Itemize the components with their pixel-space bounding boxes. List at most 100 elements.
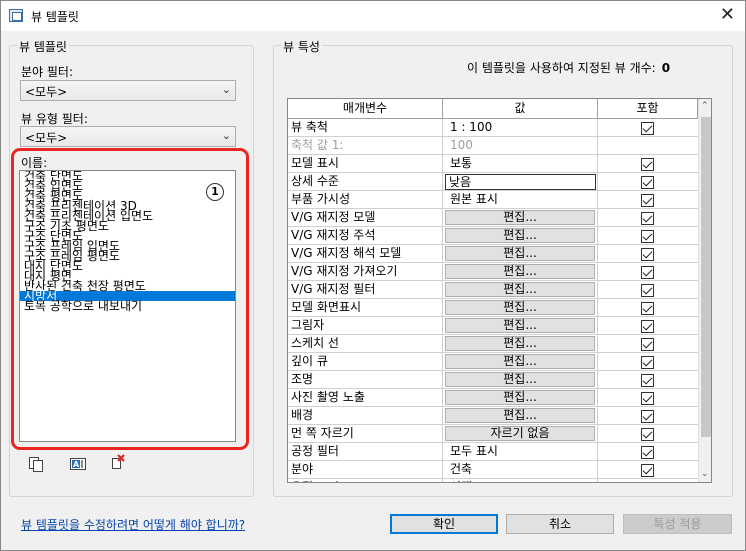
property-row: 유틸 표시 선택 <box>288 479 698 483</box>
property-row: 모델 화면표시 편집... <box>288 299 698 317</box>
rename-icon[interactable]: A <box>70 456 86 472</box>
include-checkbox[interactable] <box>641 392 654 405</box>
viewtype-filter-select[interactable]: <모두> ⌄ <box>20 126 236 147</box>
view-templates-dialog: 뷰 템플릿 ✕ 뷰 템플릿 분야 필터: <모두> ⌄ 뷰 유형 필터: <모두… <box>0 0 746 551</box>
include-checkbox[interactable] <box>641 230 654 243</box>
property-value: 100 <box>450 138 473 152</box>
property-name: 축척 값 1: <box>288 137 443 155</box>
property-row: 뷰 축척 1 : 100 <box>288 119 698 137</box>
property-value[interactable]: 모두 표시 <box>450 443 498 460</box>
properties-grid: 매개변수 값 포함 뷰 축척 1 : 100 축척 값 1: 100 모델 표시 보통 상세… <box>287 98 712 483</box>
include-checkbox[interactable] <box>641 248 654 261</box>
edit-value-button[interactable]: 편집... <box>445 300 595 315</box>
edit-value-button[interactable]: 편집... <box>445 408 595 423</box>
property-value[interactable]: 원본 표시 <box>450 191 498 208</box>
include-cell <box>598 173 698 191</box>
viewtype-filter-label: 뷰 유형 필터: <box>21 112 88 126</box>
edit-value-button[interactable]: 편집... <box>445 264 595 279</box>
edit-value-button[interactable]: 편집... <box>445 210 595 225</box>
delete-icon[interactable] <box>110 454 126 470</box>
include-checkbox[interactable] <box>641 338 654 351</box>
edit-value-button[interactable]: 자르기 없음 <box>445 426 595 441</box>
include-checkbox[interactable] <box>641 176 654 189</box>
property-value-cell: 건축 <box>443 461 598 479</box>
edit-value-button[interactable]: 편집... <box>445 336 595 351</box>
property-name: V/G 재지정 해석 모델 <box>288 245 443 263</box>
include-checkbox[interactable] <box>641 464 654 477</box>
apply-properties-button[interactable]: 특성 적용 <box>623 514 732 534</box>
title-bar: 뷰 템플릿 ✕ <box>1 1 745 31</box>
include-cell <box>598 137 698 155</box>
close-icon[interactable]: ✕ <box>720 4 735 25</box>
include-cell <box>598 191 698 209</box>
include-checkbox[interactable] <box>641 428 654 441</box>
property-value-cell: 편집... <box>443 317 598 335</box>
edit-value-button[interactable]: 편집... <box>445 228 595 243</box>
include-checkbox[interactable] <box>641 356 654 369</box>
property-row: 깊이 큐 편집... <box>288 353 698 371</box>
discipline-filter-select[interactable]: <모두> ⌄ <box>20 80 236 101</box>
property-value[interactable]: 보통 <box>450 155 472 172</box>
include-checkbox[interactable] <box>641 446 654 459</box>
property-row: 그림자 편집... <box>288 317 698 335</box>
chevron-down-icon: ⌄ <box>221 129 231 142</box>
property-value[interactable]: 1 : 100 <box>450 119 492 136</box>
app-icon <box>9 9 23 22</box>
property-value-field[interactable]: 낮음 <box>445 174 596 190</box>
property-name: 유틸 표시 <box>288 479 443 482</box>
callout-badge: 1 <box>206 183 224 201</box>
edit-value-button[interactable]: 편집... <box>445 390 595 405</box>
include-checkbox[interactable] <box>641 320 654 333</box>
edit-value-button[interactable]: 편집... <box>445 372 595 387</box>
edit-value-button[interactable]: 편집... <box>445 246 595 261</box>
include-checkbox[interactable] <box>641 212 654 225</box>
property-row: 상세 수준 낮음 <box>288 173 698 191</box>
help-link[interactable]: 뷰 템플릿을 수정하려면 어떻게 해야 합니까? <box>21 516 245 533</box>
edit-value-button[interactable]: 편집... <box>445 318 595 333</box>
property-row: V/G 재지정 가져오기 편집... <box>288 263 698 281</box>
include-cell <box>598 353 698 371</box>
property-name: 모델 표시 <box>288 155 443 173</box>
property-value-cell: 보통 <box>443 155 598 173</box>
cancel-button[interactable]: 취소 <box>506 514 614 534</box>
column-header-parameter[interactable]: 매개변수 <box>288 99 443 119</box>
column-header-include[interactable]: 포함 <box>598 99 698 119</box>
include-checkbox[interactable] <box>641 284 654 297</box>
property-value[interactable]: 선택 <box>450 479 472 482</box>
property-name: 공정 필터 <box>288 443 443 461</box>
property-value[interactable]: 건축 <box>450 461 472 478</box>
edit-value-button[interactable]: 편집... <box>445 354 595 369</box>
grid-scrollbar[interactable]: ⌃ ⌄ <box>698 99 711 482</box>
include-checkbox[interactable] <box>641 266 654 279</box>
chevron-down-icon: ⌄ <box>221 83 231 96</box>
include-cell <box>598 461 698 479</box>
property-value-cell: 편집... <box>443 407 598 425</box>
property-name: 분야 <box>288 461 443 479</box>
property-name: 배경 <box>288 407 443 425</box>
include-checkbox[interactable] <box>641 482 654 483</box>
edit-value-button[interactable]: 편집... <box>445 282 595 297</box>
include-checkbox[interactable] <box>641 302 654 315</box>
property-value-cell: 편집... <box>443 209 598 227</box>
column-header-value[interactable]: 값 <box>443 99 598 119</box>
duplicate-icon[interactable] <box>28 456 44 472</box>
scroll-down-icon[interactable]: ⌄ <box>701 469 709 479</box>
view-count-label: 이 템플릿을 사용하여 지정된 뷰 개수: <box>467 61 656 75</box>
include-cell <box>598 263 698 281</box>
include-checkbox[interactable] <box>641 194 654 207</box>
include-checkbox[interactable] <box>641 122 654 135</box>
template-list-item[interactable]: 토목 공학으로 내보내기 <box>20 300 235 312</box>
property-row: 먼 쪽 자르기 자르기 없음 <box>288 425 698 443</box>
property-row: 부품 가시성 원본 표시 <box>288 191 698 209</box>
view-count-line: 이 템플릿을 사용하여 지정된 뷰 개수: 0 <box>467 59 670 76</box>
ok-button[interactable]: 확인 <box>390 514 498 534</box>
scroll-up-icon[interactable]: ⌃ <box>701 101 709 111</box>
include-checkbox[interactable] <box>641 410 654 423</box>
property-value-cell: 편집... <box>443 263 598 281</box>
template-names-list[interactable]: 건축 단면도 건축 입면도 건축 평면도 건축 프리젠테이션 3D 건축 프리젠테이션 … <box>19 170 236 442</box>
scroll-thumb[interactable] <box>701 117 711 437</box>
include-checkbox[interactable] <box>641 158 654 171</box>
include-checkbox[interactable] <box>641 374 654 387</box>
window-title: 뷰 템플릿 <box>31 10 79 24</box>
property-value-cell: 편집... <box>443 281 598 299</box>
